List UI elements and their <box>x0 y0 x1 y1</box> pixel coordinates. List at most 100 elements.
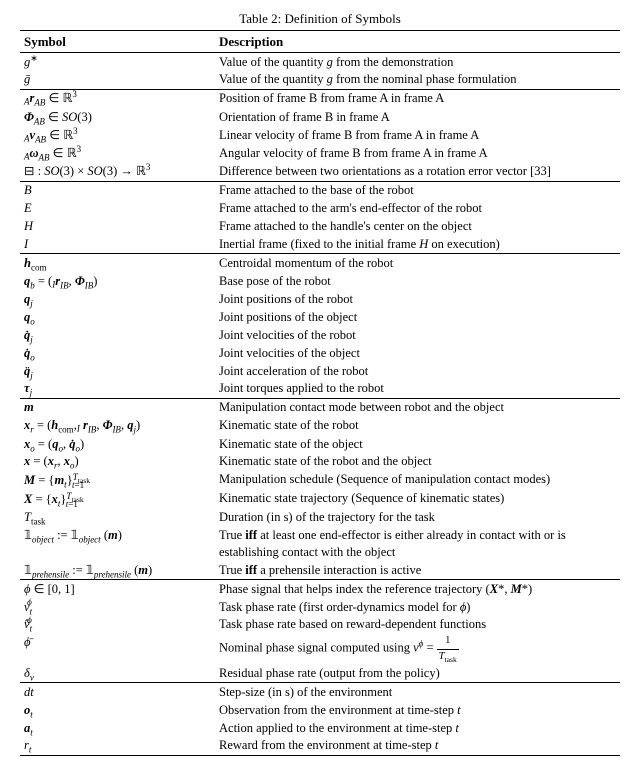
symbol-cell: E <box>20 200 215 218</box>
table-row: 𝟙object := 𝟙object (m)True iff at least … <box>20 527 620 562</box>
table-row: 𝟙prehensile := 𝟙prehensile (m)True iff a… <box>20 561 620 579</box>
description-cell: Value of the quantity g from the demonst… <box>215 53 620 71</box>
symbol-cell: qj <box>20 291 215 309</box>
description-cell: Kinematic state of the robot <box>215 417 620 435</box>
header-description: Description <box>215 30 620 53</box>
description-cell: Observation from the environment at time… <box>215 701 620 719</box>
symbol-cell: xr = (hcom,I rIB, ΦIB, qj) <box>20 417 215 435</box>
table-row: ΦAB ∈ SO(3)Orientation of frame B in fra… <box>20 108 620 126</box>
table-row: AvAB ∈ ℝ3Linear velocity of frame B from… <box>20 126 620 144</box>
description-cell: Duration (in s) of the trajectory for th… <box>215 509 620 527</box>
symbol-cell: ϕ ∈ [0, 1] <box>20 580 215 598</box>
table-row: δvResidual phase rate (output from the p… <box>20 664 620 682</box>
table-row: AωAB ∈ ℝ3Angular velocity of frame B fro… <box>20 145 620 163</box>
table-row: TtaskDuration (in s) of the trajectory f… <box>20 509 620 527</box>
description-cell: Position of frame B from frame A in fram… <box>215 89 620 108</box>
description-cell: Value of the quantity g from the nominal… <box>215 71 620 89</box>
symbol-cell: at <box>20 719 215 737</box>
description-cell: Base pose of the robot <box>215 272 620 290</box>
symbol-cell: q̇j <box>20 326 215 344</box>
table-row: dtStep-size (in s) of the environment <box>20 683 620 701</box>
symbol-cell: AωAB ∈ ℝ3 <box>20 145 215 163</box>
table-row: BFrame attached to the base of the robot <box>20 181 620 199</box>
description-cell: Manipulation contact mode between robot … <box>215 398 620 416</box>
description-cell: Linear velocity of frame B from frame A … <box>215 126 620 144</box>
symbol-cell: q̇o <box>20 344 215 362</box>
symbol-cell: I <box>20 235 215 253</box>
description-cell: Inertial frame (fixed to the initial fra… <box>215 235 620 253</box>
symbol-cell: qb = (IrIB, ΦIB) <box>20 272 215 290</box>
symbol-cell: g∗ <box>20 53 215 71</box>
table-row: M = {mt}Ttaskt=1Manipulation schedule (S… <box>20 471 620 490</box>
table-row: rtReward from the environment at time-st… <box>20 737 620 755</box>
symbol-cell: AvAB ∈ ℝ3 <box>20 126 215 144</box>
description-cell: Nominal phase signal computed using vϕ =… <box>215 634 620 665</box>
table-row: ϕ ∈ [0, 1]Phase signal that helps index … <box>20 580 620 598</box>
table-row: g∗Value of the quantity g from the demon… <box>20 53 620 71</box>
description-cell: Joint velocities of the robot <box>215 326 620 344</box>
description-cell: Joint positions of the robot <box>215 291 620 309</box>
table-row: x = (xr, xo)Kinematic state of the robot… <box>20 453 620 471</box>
description-cell: Difference between two orientations as a… <box>215 163 620 181</box>
symbol-cell: xo = (qo, q̇o) <box>20 435 215 453</box>
symbol-cell: x = (xr, xo) <box>20 453 215 471</box>
description-cell: Joint acceleration of the robot <box>215 362 620 380</box>
table-header-row: Symbol Description <box>20 30 620 53</box>
description-cell: Orientation of frame B in frame A <box>215 108 620 126</box>
symbol-cell: ΦAB ∈ SO(3) <box>20 108 215 126</box>
symbol-cell: X = {xt}Ttaskt=1 <box>20 490 215 509</box>
table-row: EFrame attached to the arm's end-effecto… <box>20 200 620 218</box>
table-row: ArAB ∈ ℝ3Position of frame B from frame … <box>20 89 620 108</box>
description-cell: Residual phase rate (output from the pol… <box>215 664 620 682</box>
description-cell: Reward from the environment at time-step… <box>215 737 620 755</box>
symbol-cell: 𝟙prehensile := 𝟙prehensile (m) <box>20 561 215 579</box>
table-row: otObservation from the environment at ti… <box>20 701 620 719</box>
symbol-cell: v̂tϕ <box>20 616 215 634</box>
description-cell: Joint velocities of the object <box>215 344 620 362</box>
page-container: Table 2: Definition of Symbols Symbol De… <box>0 0 640 776</box>
symbol-cell: B <box>20 181 215 199</box>
description-cell: True iff at least one end-effector is ei… <box>215 527 620 562</box>
table-row: qoJoint positions of the object <box>20 308 620 326</box>
table-row: ϕ̄Nominal phase signal computed using vϕ… <box>20 634 620 665</box>
table-row: q̇jJoint velocities of the robot <box>20 326 620 344</box>
table-row: xo = (qo, q̇o)Kinematic state of the obj… <box>20 435 620 453</box>
description-cell: Kinematic state of the object <box>215 435 620 453</box>
description-cell: Frame attached to the handle's center on… <box>215 218 620 236</box>
symbol-cell: hcom <box>20 254 215 272</box>
symbol-cell: ⊟ : SO(3) × SO(3) → ℝ3 <box>20 163 215 181</box>
symbol-cell: 𝟙object := 𝟙object (m) <box>20 527 215 562</box>
description-cell: Frame attached to the base of the robot <box>215 181 620 199</box>
table-row: X = {xt}Ttaskt=1Kinematic state trajecto… <box>20 490 620 509</box>
symbol-cell: Ttask <box>20 509 215 527</box>
description-cell: Kinematic state trajectory (Sequence of … <box>215 490 620 509</box>
description-cell: Joint torques applied to the robot <box>215 380 620 398</box>
table-row: vtϕTask phase rate (first order-dynamics… <box>20 598 620 616</box>
description-cell: Angular velocity of frame B from frame A… <box>215 145 620 163</box>
table-row: qb = (IrIB, ΦIB)Base pose of the robot <box>20 272 620 290</box>
symbol-cell: vtϕ <box>20 598 215 616</box>
symbol-cell: τj <box>20 380 215 398</box>
symbol-cell: qo <box>20 308 215 326</box>
description-cell: Task phase rate (first order-dynamics mo… <box>215 598 620 616</box>
table-row: ⊟ : SO(3) × SO(3) → ℝ3Difference between… <box>20 163 620 181</box>
description-cell: Step-size (in s) of the environment <box>215 683 620 701</box>
table-row: q̇oJoint velocities of the object <box>20 344 620 362</box>
symbol-cell: M = {mt}Ttaskt=1 <box>20 471 215 490</box>
table-row: τjJoint torques applied to the robot <box>20 380 620 398</box>
symbol-cell: ot <box>20 701 215 719</box>
table-row: ḡValue of the quantity g from the nomina… <box>20 71 620 89</box>
description-cell: Centroidal momentum of the robot <box>215 254 620 272</box>
header-symbol: Symbol <box>20 30 215 53</box>
table-row: v̂tϕTask phase rate based on reward-depe… <box>20 616 620 634</box>
table-row: xr = (hcom,I rIB, ΦIB, qj)Kinematic stat… <box>20 417 620 435</box>
symbol-cell: dt <box>20 683 215 701</box>
table-row: qjJoint positions of the robot <box>20 291 620 309</box>
description-cell: Action applied to the environment at tim… <box>215 719 620 737</box>
table-row: hcomCentroidal momentum of the robot <box>20 254 620 272</box>
description-cell: Phase signal that helps index the refere… <box>215 580 620 598</box>
description-cell: Joint positions of the object <box>215 308 620 326</box>
symbol-cell: ϕ̄ <box>20 634 215 665</box>
table-row: HFrame attached to the handle's center o… <box>20 218 620 236</box>
table-row: mManipulation contact mode between robot… <box>20 398 620 416</box>
